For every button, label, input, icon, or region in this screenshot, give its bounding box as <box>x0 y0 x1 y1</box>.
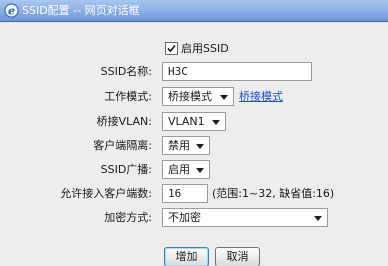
encryption-select[interactable]: 不加密 <box>162 208 328 227</box>
svg-text:e: e <box>8 5 15 18</box>
bridge-mode-link[interactable]: 桥接模式 <box>239 90 283 104</box>
work-mode-label: 工作模式: <box>104 90 152 103</box>
ssid-broadcast-select[interactable]: 启用 <box>162 160 210 179</box>
ssid-broadcast-row: SSID广播: 启用 <box>0 160 388 180</box>
bridge-vlan-label: 桥接VLAN: <box>96 115 152 128</box>
enable-ssid-checkbox[interactable] <box>165 42 178 55</box>
encryption-row: 加密方式: 不加密 <box>0 208 388 228</box>
chevron-down-icon <box>220 95 228 100</box>
enable-ssid-row: 启用SSID <box>0 40 388 60</box>
chevron-down-icon <box>196 144 204 149</box>
max-clients-row: 允许接入客户端数: 16 (范围:1~32, 缺省值:16) <box>0 184 388 204</box>
max-clients-input[interactable]: 16 <box>162 184 208 203</box>
ssid-name-label: SSID名称: <box>100 65 152 78</box>
ie-icon: e <box>4 3 19 18</box>
max-clients-label: 允许接入客户端数: <box>60 187 152 200</box>
work-mode-select[interactable]: 桥接模式 <box>162 87 234 106</box>
client-isolation-value: 禁用 <box>168 139 190 152</box>
bridge-vlan-select[interactable]: VLAN1 <box>162 112 226 131</box>
client-isolation-row: 客户端隔离: 禁用 <box>0 136 388 156</box>
ssid-broadcast-label: SSID广播: <box>100 163 152 176</box>
button-row: 增加 取消 <box>0 247 388 266</box>
window-title: SSID配置 -- 网页对话框 <box>22 4 140 17</box>
bridge-vlan-value: VLAN1 <box>168 115 205 128</box>
add-button[interactable]: 增加 <box>164 247 209 266</box>
dialog-content: 启用SSID SSID名称: H3C 工作模式: 桥接模式 桥接模式 桥接VLA… <box>0 22 388 266</box>
encryption-label: 加密方式: <box>104 211 152 224</box>
chevron-down-icon <box>314 216 322 221</box>
work-mode-row: 工作模式: 桥接模式 桥接模式 <box>0 87 388 107</box>
client-isolation-label: 客户端隔离: <box>93 139 152 152</box>
enable-ssid-label: 启用SSID <box>181 42 229 55</box>
checkmark-icon <box>167 44 176 53</box>
cancel-button[interactable]: 取消 <box>215 247 260 266</box>
title-bar: e SSID配置 -- 网页对话框 <box>0 0 388 22</box>
encryption-value: 不加密 <box>168 211 201 224</box>
bridge-vlan-row: 桥接VLAN: VLAN1 <box>0 112 388 132</box>
client-isolation-select[interactable]: 禁用 <box>162 136 210 155</box>
max-clients-hint: (范围:1~32, 缺省值:16) <box>212 187 335 200</box>
chevron-down-icon <box>212 120 220 125</box>
ssid-broadcast-value: 启用 <box>168 163 190 176</box>
ssid-name-row: SSID名称: H3C <box>0 62 388 82</box>
chevron-down-icon <box>196 168 204 173</box>
ssid-name-input[interactable]: H3C <box>162 62 312 81</box>
work-mode-value: 桥接模式 <box>168 90 212 103</box>
